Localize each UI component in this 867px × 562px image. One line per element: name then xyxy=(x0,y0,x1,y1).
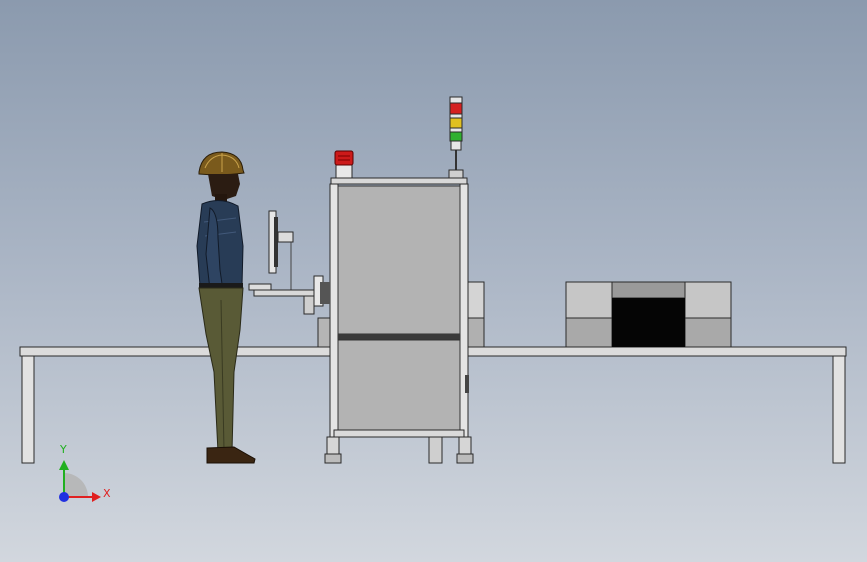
cad-viewport[interactable]: X Y xyxy=(0,0,867,562)
y-axis-label: Y xyxy=(60,443,67,456)
beacon-light[interactable] xyxy=(334,150,354,179)
machine-cabinet[interactable] xyxy=(324,177,474,464)
z-axis-dot xyxy=(59,492,69,502)
worker-figure[interactable] xyxy=(196,151,256,464)
coordinate-triad xyxy=(59,460,101,502)
monitor-arm[interactable] xyxy=(248,210,330,315)
output-enclosure[interactable] xyxy=(565,281,732,348)
x-axis-label: X xyxy=(103,487,111,500)
signal-tower[interactable] xyxy=(448,96,464,179)
assembly-scene[interactable] xyxy=(0,0,867,562)
